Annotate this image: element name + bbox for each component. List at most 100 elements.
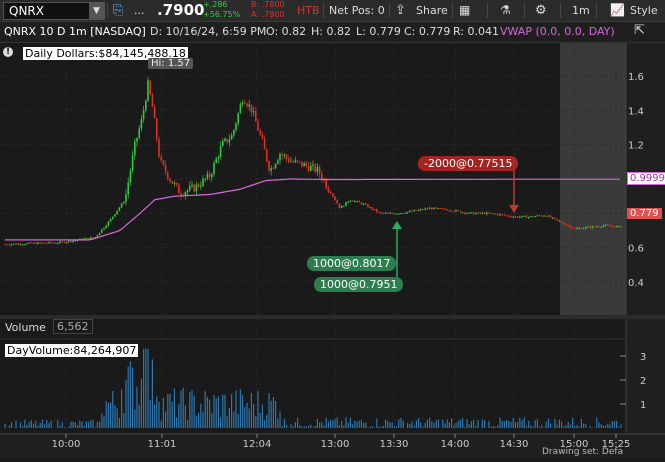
toolbar: QNRX ▼ ⎘ ... .7900 +.286 +56.75% B: .780… <box>0 0 665 22</box>
volume-bar <box>33 423 34 428</box>
candle-body <box>48 242 50 243</box>
volume-bar <box>321 422 322 428</box>
candle-body <box>105 226 107 228</box>
volume-bar <box>396 426 397 428</box>
volume-bar <box>42 420 43 428</box>
candle-body <box>187 190 189 192</box>
candle-body <box>319 167 321 174</box>
share-button[interactable]: Share <box>416 0 448 21</box>
divider <box>560 3 561 18</box>
volume-bar <box>576 425 577 428</box>
candle-body <box>198 185 200 187</box>
candle-body <box>229 140 231 143</box>
candle-body <box>207 174 209 179</box>
chart-area[interactable]: 1.61.41.20.80.60.4 321 10:0011:0112:0413… <box>0 43 665 459</box>
volume-bar <box>596 417 597 428</box>
candle-body <box>603 226 605 227</box>
volume-bar <box>84 426 85 428</box>
candle-body <box>147 80 149 101</box>
last-price-tag: 0.779 <box>627 208 662 219</box>
candle-body <box>171 181 173 183</box>
volume-bar <box>191 390 192 428</box>
candle-body <box>510 216 512 217</box>
volume-bar <box>35 421 36 428</box>
drawing-set-label[interactable]: Drawing set: Defa <box>542 447 623 457</box>
volume-bar <box>581 419 582 428</box>
info-icon[interactable]: ! <box>3 47 13 57</box>
volume-bar <box>365 422 366 428</box>
volume-bar <box>22 426 23 428</box>
volume-bar <box>246 403 247 428</box>
candle-body <box>231 135 233 139</box>
candle-body <box>429 208 431 209</box>
volume-bar <box>132 367 133 428</box>
sell-order-tag[interactable]: -2000@0.77515 <box>418 156 518 171</box>
candle-body <box>125 194 127 202</box>
volume-bar <box>447 419 448 428</box>
chevron-down-icon[interactable]: ▼ <box>89 3 104 19</box>
candle-body <box>158 139 160 157</box>
gear-icon[interactable]: ⚙ <box>535 0 547 21</box>
volume-bar <box>609 425 610 428</box>
candle-body <box>57 243 59 244</box>
volume-bar <box>317 419 318 428</box>
candle-body <box>537 215 539 216</box>
volume-bar <box>220 417 221 428</box>
volume-bar <box>370 427 371 428</box>
volume-bar <box>612 421 613 428</box>
open-readout: O: 0.82 <box>266 25 306 38</box>
volume-bar <box>590 426 591 428</box>
grid-icon[interactable]: ▦ <box>459 0 470 21</box>
volume-bar <box>337 418 338 428</box>
more-dots[interactable]: ... <box>134 0 145 21</box>
volume-bar <box>510 422 511 428</box>
candle-body <box>50 242 52 243</box>
volume-bar <box>546 421 547 428</box>
candle-body <box>400 213 402 214</box>
candle-body <box>64 242 66 243</box>
volume-bar <box>196 416 197 428</box>
candle-body <box>88 238 90 239</box>
candle-body <box>134 142 136 156</box>
time-tick-label: 10:00 <box>52 439 81 450</box>
volume-bar <box>561 422 562 428</box>
buy-order-tag-2[interactable]: 1000@0.7951 <box>314 277 403 292</box>
candle-body <box>112 217 114 219</box>
candle-body <box>361 202 363 204</box>
candle-body <box>576 228 578 229</box>
buy-order-tag-1[interactable]: 1000@0.8017 <box>307 256 396 271</box>
volume-bar <box>315 426 316 428</box>
candle-body <box>530 216 532 217</box>
price-tick-label: 1.6 <box>628 72 644 83</box>
candle-body <box>468 212 470 213</box>
candle-body <box>11 244 13 245</box>
candle-body <box>237 113 239 123</box>
price-tick-label: 1.4 <box>628 106 644 117</box>
chart-svg[interactable]: 1.61.41.20.80.60.4 321 10:0011:0112:0413… <box>0 43 665 459</box>
volume-bar <box>255 416 256 428</box>
chart-style-icon[interactable]: 📈 <box>610 0 625 21</box>
candle-body <box>259 131 261 135</box>
candle-body <box>464 212 466 213</box>
timeframe-button[interactable]: 1m <box>572 0 590 21</box>
volume-bar <box>117 409 118 428</box>
candle-body <box>563 223 565 225</box>
volume-tick-label: 2 <box>640 376 646 387</box>
htb-badge: HTB <box>297 0 320 21</box>
volume-bar <box>185 405 186 428</box>
link-icon[interactable]: ⎘ <box>113 0 123 21</box>
flask-icon[interactable]: ⚗ <box>500 0 511 21</box>
volume-tick-label: 1 <box>640 400 646 411</box>
candle-body <box>220 146 222 157</box>
symbol-input[interactable]: QNRX ▼ <box>3 2 105 20</box>
style-button[interactable]: Style <box>630 0 658 21</box>
collapse-icon[interactable]: ⇱ <box>634 23 645 38</box>
candle-body <box>44 243 46 244</box>
volume-bar <box>24 420 25 428</box>
candle-body <box>193 185 195 192</box>
candle-body <box>92 237 94 238</box>
candle-body <box>545 216 547 217</box>
candle-body <box>477 212 479 213</box>
candle-body <box>244 102 246 103</box>
share-icon[interactable]: ⇪ <box>395 0 406 21</box>
